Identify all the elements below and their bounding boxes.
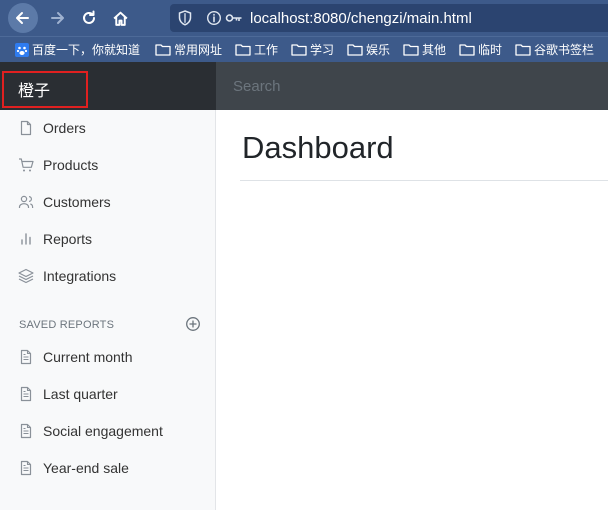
- bookmark-label: 常用网址: [174, 43, 223, 57]
- reload-button[interactable]: [74, 4, 104, 32]
- folder-icon: [155, 44, 171, 56]
- bookmark-label: 谷歌书签栏: [534, 43, 595, 57]
- sidebar-item-customers[interactable]: Customers: [0, 188, 215, 216]
- bookmark-folder-google[interactable]: 谷歌书签栏: [515, 41, 594, 58]
- file-text-icon: [20, 460, 32, 476]
- saved-report-last-quarter[interactable]: Last quarter: [0, 380, 215, 408]
- bookmark-folder-study[interactable]: 学习: [291, 41, 334, 58]
- reload-icon: [83, 10, 95, 24]
- folder-icon: [291, 44, 307, 56]
- sidebar-item-reports[interactable]: Reports: [0, 225, 215, 253]
- bookmark-label: 其他: [422, 43, 447, 57]
- shield-icon[interactable]: [178, 10, 192, 26]
- sidebar-item-label: Products: [43, 157, 99, 173]
- brand-area: 橙子: [0, 62, 216, 110]
- sidebar: Orders Products Customers Reports Integr…: [0, 110, 216, 510]
- sidebar-item-orders[interactable]: Orders: [0, 114, 215, 142]
- sidebar-item-integrations[interactable]: Integrations: [0, 262, 215, 290]
- sidebar-item-label: Reports: [43, 231, 93, 247]
- bookmark-label: 娱乐: [366, 43, 391, 57]
- saved-report-year-end-sale[interactable]: Year-end sale: [0, 454, 215, 482]
- main-content: Dashboard: [217, 110, 608, 510]
- users-icon: [18, 195, 34, 208]
- url-text[interactable]: localhost:8080/chengzi/main.html: [250, 10, 472, 27]
- file-text-icon: [20, 386, 32, 402]
- arrow-left-icon: [16, 12, 29, 24]
- divider: [240, 180, 608, 181]
- layers-icon: [18, 268, 34, 284]
- bookmark-folder-temp[interactable]: 临时: [459, 41, 502, 58]
- bookmark-folder-other[interactable]: 其他: [403, 41, 446, 58]
- bookmark-label: 临时: [478, 43, 503, 57]
- folder-icon: [403, 44, 419, 56]
- arrow-right-icon: [51, 12, 64, 24]
- home-button[interactable]: [105, 4, 135, 32]
- shopping-cart-icon: [19, 158, 34, 172]
- bookmark-folder-entertainment[interactable]: 娱乐: [347, 41, 390, 58]
- search-input[interactable]: [216, 62, 608, 110]
- folder-icon: [347, 44, 363, 56]
- sidebar-item-label: Orders: [43, 120, 86, 136]
- bookmark-folder-work[interactable]: 工作: [235, 41, 278, 58]
- bookmark-label: 百度一下，你就知道: [32, 43, 141, 57]
- sidebar-item-label: Customers: [43, 194, 111, 210]
- folder-icon: [515, 44, 531, 56]
- saved-report-current-month[interactable]: Current month: [0, 343, 215, 371]
- address-bar[interactable]: localhost:8080/chengzi/main.html: [170, 4, 608, 32]
- top-navbar: 橙子: [0, 62, 608, 110]
- saved-report-label: Last quarter: [43, 386, 118, 402]
- home-icon: [112, 11, 128, 26]
- file-text-icon: [20, 423, 32, 439]
- browser-toolbar: localhost:8080/chengzi/main.html: [0, 0, 608, 36]
- highlight-box: [2, 71, 88, 108]
- page-title: Dashboard: [242, 130, 394, 165]
- saved-report-label: Current month: [43, 349, 133, 365]
- sidebar-item-products[interactable]: Products: [0, 151, 215, 179]
- bookmark-label: 工作: [254, 43, 279, 57]
- folder-icon: [459, 44, 475, 56]
- back-button[interactable]: [8, 3, 38, 33]
- saved-report-label: Social engagement: [43, 423, 163, 439]
- key-icon[interactable]: [225, 11, 243, 25]
- bookmark-baidu[interactable]: 百度一下，你就知道: [15, 41, 140, 58]
- bookmarks-bar: 百度一下，你就知道 常用网址 工作 学习 娱乐 其他 临时 谷歌书签栏: [0, 36, 608, 62]
- info-icon[interactable]: [206, 10, 222, 26]
- file-icon: [20, 120, 32, 136]
- file-text-icon: [20, 349, 32, 365]
- saved-reports-heading: SAVED REPORTS: [19, 319, 115, 331]
- bookmark-label: 学习: [310, 43, 335, 57]
- plus-circle-icon[interactable]: [185, 316, 201, 332]
- sidebar-item-label: Integrations: [43, 268, 117, 284]
- bar-chart-icon: [21, 233, 31, 245]
- saved-report-social-engagement[interactable]: Social engagement: [0, 417, 215, 445]
- web-page: 橙子 Orders Products Customers Reports Int…: [0, 62, 608, 510]
- bookmark-folder-common[interactable]: 常用网址: [155, 41, 222, 58]
- saved-report-label: Year-end sale: [43, 460, 129, 476]
- folder-icon: [235, 44, 251, 56]
- baidu-icon: [15, 42, 29, 57]
- forward-button[interactable]: [42, 4, 72, 32]
